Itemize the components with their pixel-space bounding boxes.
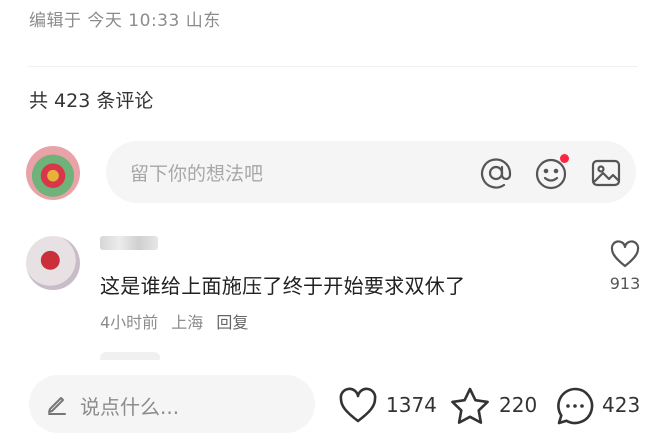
comment-input-placeholder: 留下你的想法吧 [130,163,264,185]
emoji-icon[interactable] [533,154,569,191]
commenter-username-blurred[interactable] [100,236,158,250]
heart-icon [339,387,377,423]
comment-bubble-icon [557,387,594,425]
comment-count: 共 423 条评论 [29,90,154,112]
at-icon[interactable] [478,155,514,191]
comment-like-count: 913 [609,274,641,293]
comment-like-button[interactable]: 913 [606,240,644,293]
my-avatar [26,146,80,200]
comment-location: 上海 [171,313,204,332]
pen-icon [48,397,66,415]
bottom-bar: 说点什么... 1374 220 423 [0,360,666,440]
comment-count-bottom: 423 [602,393,641,417]
reply-button[interactable]: 回复 [216,313,248,332]
comment-time: 4小时前 [100,313,159,332]
heart-icon [610,240,640,268]
notification-dot [560,154,569,163]
say-something-input[interactable]: 说点什么... [29,375,315,433]
divider [28,66,638,67]
comment-text: 这是谁给上面施压了终于开始要求双休了 [100,274,466,298]
star-icon [451,387,489,424]
image-icon[interactable] [588,155,624,191]
edited-info: 编辑于 今天 10:33 山东 [29,11,221,31]
like-count: 1374 [386,393,437,417]
comment-input[interactable]: 留下你的想法吧 [106,141,636,203]
commenter-avatar[interactable] [26,236,80,290]
say-something-placeholder: 说点什么... [80,395,180,419]
favorite-count: 220 [499,393,538,417]
comment-meta: 4小时前 上海 回复 [100,309,256,333]
